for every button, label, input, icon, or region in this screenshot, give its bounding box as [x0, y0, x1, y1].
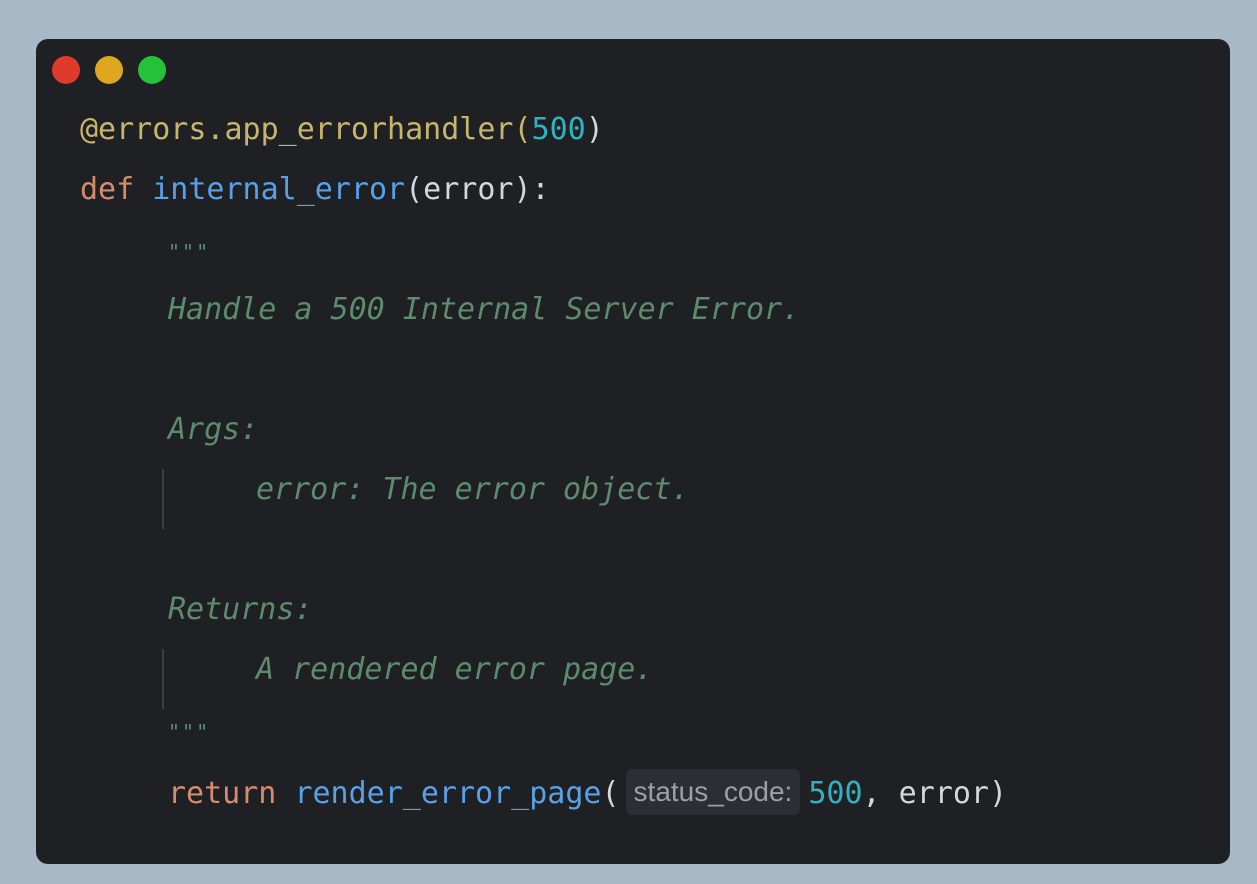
minimize-window-button[interactable] — [95, 56, 123, 84]
decorator-arg: 500 — [531, 112, 586, 147]
code-line-docstring-close: """ — [80, 709, 1210, 769]
indent-guide — [162, 469, 164, 529]
code-line-docstring-open: """ — [80, 229, 1210, 289]
decorator-text: @errors.app_errorhandler( — [80, 112, 532, 147]
code-line-args-item: error: The error object. — [80, 469, 1210, 529]
code-block: @errors.app_errorhandler(500) def intern… — [80, 109, 1210, 829]
indent-guide — [162, 649, 164, 709]
call-open-paren: ( — [601, 776, 620, 811]
function-params: (error): — [405, 172, 550, 207]
doc-returns-item: A rendered error page. — [256, 652, 654, 687]
call-name: render_error_page — [294, 776, 602, 811]
code-line-decorator: @errors.app_errorhandler(500) — [80, 109, 1210, 169]
docstring-close: """ — [168, 720, 211, 744]
code-line-doc-summary: Handle a 500 Internal Server Error. — [80, 289, 1210, 349]
return-keyword: return — [168, 776, 277, 811]
inlay-hint-status-code: status_code: — [625, 769, 801, 815]
code-window: @errors.app_errorhandler(500) def intern… — [36, 39, 1230, 864]
doc-args-header: Args: — [168, 412, 259, 447]
function-name: internal_error — [152, 172, 406, 207]
code-line-return: return render_error_page(status_code: 500… — [80, 769, 1210, 829]
def-keyword: def — [80, 172, 135, 207]
doc-returns-header: Returns: — [168, 592, 313, 627]
docstring-open: """ — [168, 240, 211, 264]
code-line-def: def internal_error(error): — [80, 169, 1210, 229]
window-controls — [52, 56, 166, 84]
code-line-returns-header: Returns: — [80, 589, 1210, 649]
doc-summary: Handle a 500 Internal Server Error. — [168, 292, 801, 327]
decorator-close: ) — [585, 112, 604, 147]
code-line-returns-item: A rendered error page. — [80, 649, 1210, 709]
doc-args-item: error: The error object. — [256, 472, 690, 507]
call-rest: , error) — [862, 776, 1008, 811]
maximize-window-button[interactable] — [138, 56, 166, 84]
call-arg-number: 500 — [808, 776, 863, 811]
close-window-button[interactable] — [52, 56, 80, 84]
code-line-args-header: Args: — [80, 409, 1210, 469]
